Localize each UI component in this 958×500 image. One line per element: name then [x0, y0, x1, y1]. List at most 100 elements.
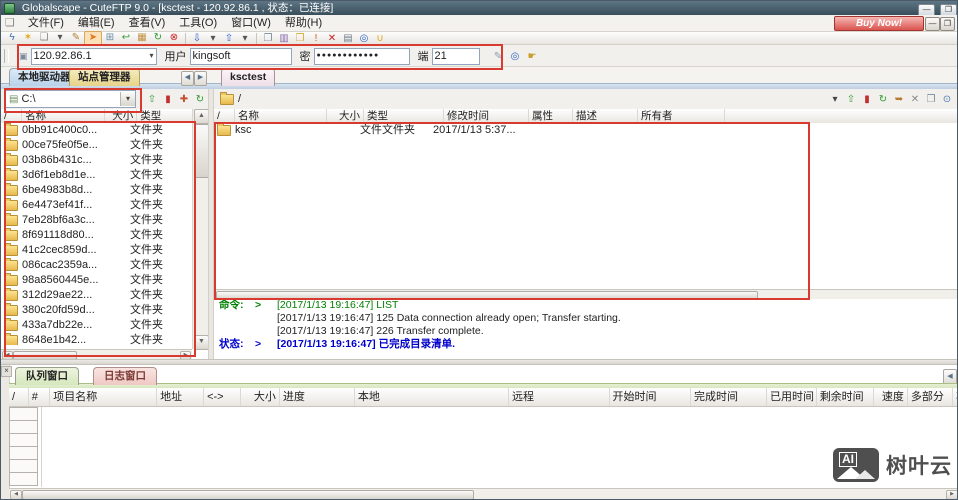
chevron-down-icon[interactable]: ▾ [52, 31, 68, 44]
column-header-size[interactable]: 大小 [105, 109, 137, 123]
scrollbar-thumb[interactable] [22, 490, 474, 500]
monitor-icon[interactable]: ❐ [923, 93, 939, 106]
scroll-right-icon[interactable]: ▶ [946, 490, 958, 500]
minimize-button[interactable]: — [918, 4, 935, 15]
scroll-left-icon[interactable]: ◀ [10, 490, 22, 500]
column-header-remaining[interactable]: 剩余时间 [817, 388, 874, 406]
edit-site-icon[interactable]: ✎ [490, 50, 507, 63]
column-header-direction[interactable]: <-> [204, 388, 241, 406]
queue-horizontal-scrollbar[interactable]: ◀ ▶ [9, 488, 958, 499]
refresh-folder-icon[interactable]: ↻ [192, 93, 208, 106]
up-directory-icon[interactable]: ⇧ [144, 93, 160, 106]
table-row[interactable]: 3d6f1eb8d1e... 文件夹 [1, 168, 192, 183]
wizard-icon[interactable]: ✶ [20, 31, 36, 44]
table-row[interactable]: 8648e1b42... 文件夹 [1, 333, 192, 345]
column-header-type[interactable]: 类型 [137, 109, 192, 123]
table-row[interactable]: 6be4983b8d... 文件夹 [1, 183, 192, 198]
local-vertical-scrollbar[interactable]: ▲ ▼ [192, 109, 208, 349]
menu-item[interactable]: 文件(F) [21, 15, 71, 32]
column-header-start-time[interactable]: 开始时间 [610, 388, 691, 406]
maximize-button[interactable]: ❐ [940, 4, 957, 15]
tab-scroll-left-icon[interactable]: ◀ [181, 71, 194, 86]
edit-pencil-icon[interactable]: ✎ [68, 31, 84, 44]
connect-hand-icon[interactable]: ☛ [524, 50, 541, 63]
anonymous-icon[interactable]: ◎ [507, 50, 524, 63]
column-header-name[interactable]: 名称 [22, 109, 105, 123]
column-header-status[interactable]: 状态 [953, 388, 958, 406]
select-view-icon[interactable]: ⊞ [102, 31, 118, 44]
pointer-icon[interactable]: ➤ [84, 31, 102, 46]
close-icon[interactable]: × [1, 366, 12, 377]
chevron-down-icon[interactable]: ▾ [237, 32, 253, 45]
column-header-finish-time[interactable]: 完成时间 [691, 388, 767, 406]
globe-icon[interactable]: ◎ [356, 32, 372, 45]
table-row[interactable]: 7eb28bf6a3c... 文件夹 [1, 213, 192, 228]
media-folder-icon[interactable]: ▦ [134, 31, 150, 44]
menu-item[interactable]: 工具(O) [172, 15, 224, 32]
delete-icon[interactable]: ✕ [324, 32, 340, 45]
compare-icon[interactable]: ▥ [276, 32, 292, 45]
column-header-number[interactable]: # [29, 388, 51, 406]
remote-horizontal-scrollbar[interactable] [214, 289, 958, 299]
column-header-sort[interactable]: / [1, 109, 22, 123]
up-directory-icon[interactable]: ⇧ [843, 93, 859, 106]
port-input[interactable]: 21 [432, 48, 480, 65]
column-header-attributes[interactable]: 属性 [529, 109, 573, 123]
close-icon[interactable]: ✕ [907, 93, 923, 106]
user-input[interactable]: kingsoft [190, 48, 292, 65]
table-row[interactable]: 086cac2359a... 文件夹 [1, 258, 192, 273]
tab-site-manager[interactable]: 站点管理器 [69, 68, 140, 86]
table-row[interactable]: 312d29ae22... 文件夹 [1, 288, 192, 303]
column-header-local[interactable]: 本地 [355, 388, 509, 406]
column-header-owner[interactable]: 所有者 [638, 109, 725, 123]
table-row[interactable]: 6e4473ef41f... 文件夹 [1, 198, 192, 213]
chevron-down-icon[interactable]: ▾ [150, 49, 154, 63]
tab-scroll-right-icon[interactable]: ▶ [194, 71, 207, 86]
menu-item[interactable]: 窗口(W) [224, 15, 278, 32]
priority-icon[interactable]: ! [308, 32, 324, 45]
refresh-icon[interactable]: ↻ [875, 93, 891, 106]
table-row[interactable]: 380c20fd59d... 文件夹 [1, 303, 192, 318]
tab-log-window[interactable]: 日志窗口 [93, 367, 157, 385]
column-header-sort[interactable]: / [9, 388, 29, 406]
buy-now-button[interactable]: Buy Now! [834, 16, 924, 31]
connect-icon[interactable]: ϟ [4, 31, 20, 44]
table-row[interactable]: 00ce75fe0f5e... 文件夹 [1, 138, 192, 153]
menu-item[interactable]: 查看(V) [122, 15, 173, 32]
table-row[interactable]: 41c2cec859d... 文件夹 [1, 243, 192, 258]
column-header-sort[interactable]: / [214, 109, 235, 123]
bookmark-icon[interactable]: ▮ [859, 93, 875, 106]
refresh-icon[interactable]: ↻ [150, 31, 166, 44]
local-horizontal-scrollbar[interactable]: ◀ ▶ [1, 349, 192, 359]
table-row[interactable]: 98a8560445e... 文件夹 [1, 273, 192, 288]
table-row[interactable]: 0bb91c400c0... 文件夹 [1, 123, 192, 138]
bookmark-icon[interactable]: ▮ [160, 93, 176, 106]
stop-icon[interactable]: ⊗ [166, 31, 182, 44]
folder-icon[interactable]: ❒ [292, 32, 308, 45]
table-row[interactable]: 03b86b431c... 文件夹 [1, 153, 192, 168]
column-header-size[interactable]: 大小 [327, 109, 364, 123]
folder-go-icon[interactable]: ➥ [891, 93, 907, 106]
menu-item[interactable]: 帮助(H) [278, 15, 329, 32]
column-header-description[interactable]: 描述 [573, 109, 638, 123]
table-row[interactable]: 8f691118d80... 文件夹 [1, 228, 192, 243]
new-folder-icon[interactable]: ✚ [176, 93, 192, 106]
column-header-elapsed[interactable]: 已用时间 [767, 388, 817, 406]
password-input[interactable]: ●●●●●●●●●●●● [314, 48, 410, 65]
host-input[interactable]: 120.92.86.1 ▾ [31, 48, 157, 65]
table-row[interactable]: ksc 文件文件夹 2017/1/13 5:37... [214, 123, 958, 138]
column-header-address[interactable]: 地址 [157, 388, 204, 406]
cup-icon[interactable]: ∪ [372, 32, 388, 45]
column-header-item-name[interactable]: 项目名称 [50, 388, 157, 406]
scrollbar-thumb[interactable] [194, 124, 209, 178]
table-row[interactable]: 433a7db22e... 文件夹 [1, 318, 192, 333]
column-header-modified[interactable]: 修改时间 [444, 109, 529, 123]
scroll-down-icon[interactable]: ▼ [194, 335, 209, 350]
download-icon[interactable]: ⇩ [189, 32, 205, 45]
upload-icon[interactable]: ⇧ [221, 32, 237, 45]
column-header-progress[interactable]: 进度 [280, 388, 355, 406]
chevron-down-icon[interactable]: ▾ [205, 32, 221, 45]
log-icon[interactable]: ▤ [340, 32, 356, 45]
path-dropdown-icon[interactable]: ▾ [827, 93, 843, 106]
column-header-remote[interactable]: 远程 [509, 388, 610, 406]
